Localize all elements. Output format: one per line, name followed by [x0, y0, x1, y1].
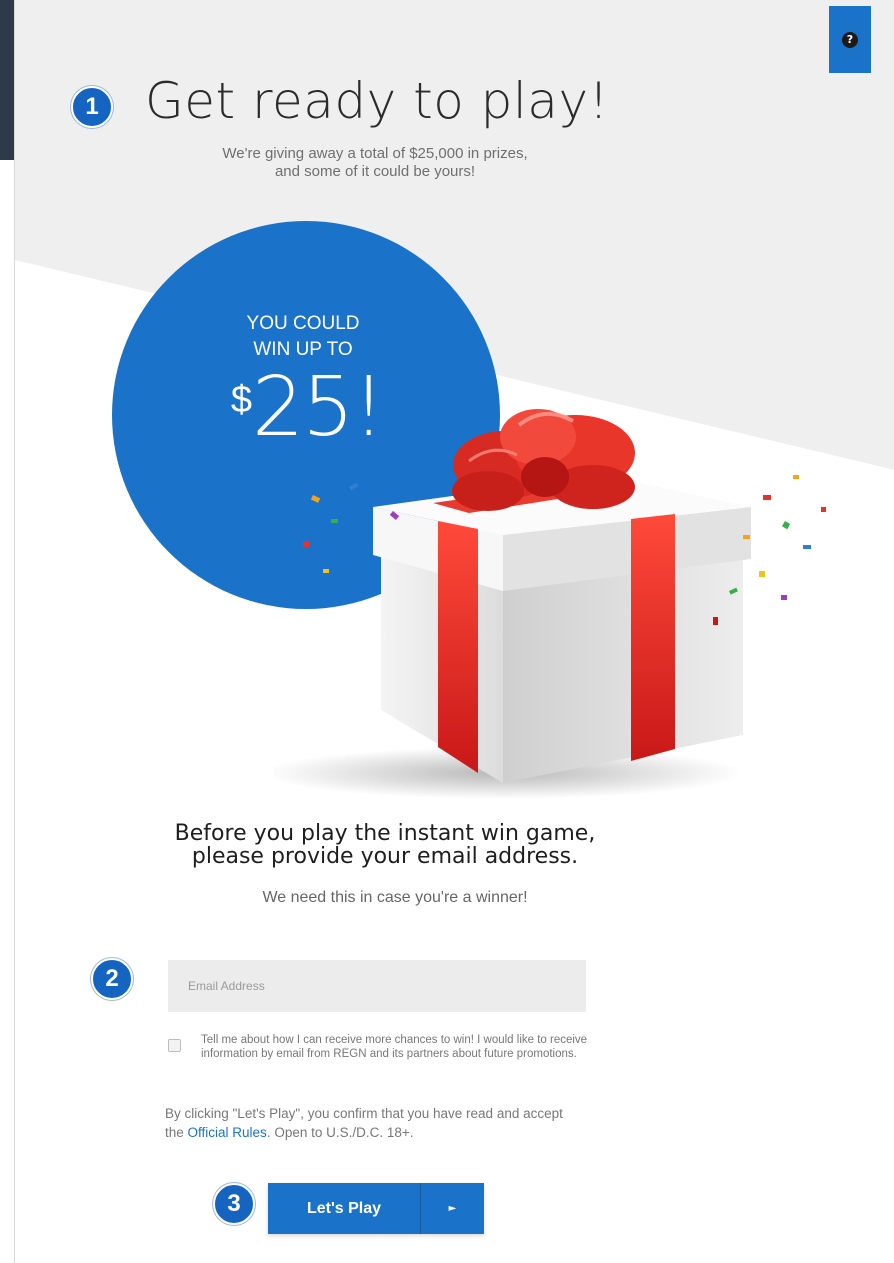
play-arrow-icon: ► — [420, 1183, 484, 1234]
step-badge-2: 2 — [91, 958, 133, 1000]
email-field[interactable] — [168, 960, 586, 1012]
subtitle-line-2: and some of it could be yours! — [274, 163, 476, 180]
email-prompt-line-1: Before you play the instant win game, — [174, 821, 596, 846]
subtitle-line-1: We're giving away a total of $25,000 in … — [222, 145, 528, 162]
email-prompt-line-2: please provide your email address. — [191, 844, 579, 869]
question-circle-icon: ? — [842, 31, 858, 48]
opt-in-checkbox[interactable] — [168, 1039, 181, 1052]
opt-in-row: Tell me about how I can receive more cha… — [168, 1033, 588, 1061]
game-panel: ? 1 Get ready to play! We're giving away… — [14, 0, 894, 1263]
terms-text-after: . Open to U.S./D.C. 18+. — [266, 1125, 414, 1140]
page-title: Get ready to play! — [145, 72, 610, 130]
terms-text: By clicking "Let's Play", you confirm th… — [165, 1104, 585, 1142]
step-badge-1: 1 — [71, 86, 113, 128]
prize-headline: YOU COULD WIN UP TO — [198, 311, 408, 363]
lets-play-button[interactable]: Let's Play ► — [268, 1183, 484, 1234]
help-button[interactable]: ? — [829, 6, 871, 73]
step-badge-3: 3 — [213, 1183, 255, 1225]
winner-note: We need this in case you're a winner! — [262, 889, 528, 906]
official-rules-link[interactable]: Official Rules — [188, 1125, 267, 1140]
lets-play-label: Let's Play — [306, 1199, 382, 1217]
gift-box-illustration — [273, 409, 826, 799]
prize-currency: $ — [230, 379, 252, 421]
email-prompt: Before you play the instant win game, pl… — [115, 822, 655, 868]
opt-in-label: Tell me about how I can receive more cha… — [201, 1034, 588, 1060]
prize-line-1: YOU COULD — [246, 313, 360, 334]
page-subtitle: We're giving away a total of $25,000 in … — [135, 145, 615, 181]
